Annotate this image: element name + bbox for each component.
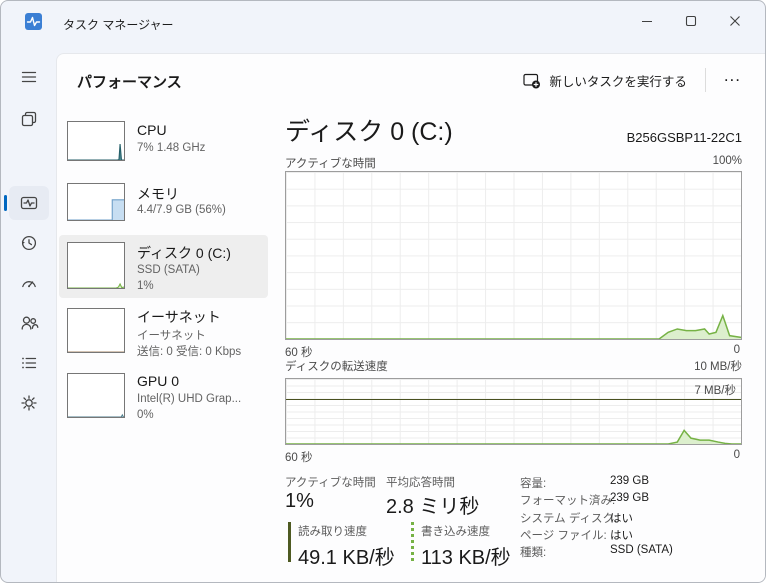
transfer-rate-chart: 7 MB/秒 — [285, 378, 742, 445]
active-time-ymax-label: 100% — [712, 155, 742, 167]
active-time-stat-label: アクティブな時間 — [285, 477, 376, 489]
task-manager-app-icon — [25, 13, 42, 30]
window-title: タスク マネージャー — [63, 18, 174, 32]
perf-item-gpu0[interactable]: GPU 0 Intel(R) UHD Grap... 0% — [59, 371, 268, 433]
detail-label: 種類: — [520, 547, 547, 559]
disk-device-name: B256GSBP11-22C1 — [626, 130, 742, 145]
processes-icon — [21, 111, 37, 127]
close-icon — [730, 16, 740, 26]
perf-item-sub: 送信: 0 受信: 0 Kbps — [137, 346, 242, 358]
detail-value: はい — [610, 513, 633, 525]
nav-rail — [1, 47, 56, 582]
perf-item-cpu[interactable]: CPU 7% 1.48 GHz — [59, 120, 268, 178]
sidebar-item-users[interactable] — [9, 306, 49, 340]
window-controls — [625, 1, 757, 41]
sidebar-item-performance[interactable] — [9, 186, 49, 220]
perf-item-sub: SSD (SATA) — [137, 264, 200, 276]
perf-item-disk0[interactable]: ディスク 0 (C:) SSD (SATA) 1% — [59, 235, 268, 298]
sidebar-item-services[interactable] — [9, 386, 49, 420]
perf-item-sub: 7% 1.48 GHz — [137, 142, 206, 154]
gpu-mini-chart — [67, 373, 125, 418]
active-time-chart — [285, 171, 742, 340]
perf-item-sub: Intel(R) UHD Grap... — [137, 393, 242, 405]
main-panel: ディスク 0 (C:) B256GSBP11-22C1 アクティブな時間 100… — [285, 54, 742, 582]
write-speed-label: 書き込み速度 — [421, 526, 490, 538]
detail-value: 239 GB — [610, 475, 649, 487]
perf-item-title: CPU — [137, 122, 167, 138]
transfer-rate-chart-label: ディスクの転送速度 — [285, 361, 388, 373]
titlebar: タスク マネージャー — [1, 1, 765, 53]
sidebar-item-processes[interactable] — [9, 102, 49, 136]
sidebar-item-startup-apps[interactable] — [9, 266, 49, 300]
write-speed-value: 113 KB/秒 — [421, 547, 511, 569]
perf-sidebar: CPU 7% 1.48 GHz メモリ 4.4/7.9 GB (56%) ディス… — [57, 54, 272, 582]
detail-label: フォーマット済み: — [520, 495, 616, 507]
perf-item-sub: 1% — [137, 280, 154, 292]
active-time-stat-value: 1% — [285, 490, 314, 512]
perf-item-title: ディスク 0 (C:) — [137, 245, 231, 261]
cpu-mini-chart — [67, 121, 125, 161]
read-speed-value: 49.1 KB/秒 — [298, 547, 395, 569]
disk-title: ディスク 0 (C:) — [285, 118, 453, 146]
minimize-button[interactable] — [625, 1, 669, 41]
services-icon — [21, 395, 37, 411]
maximize-icon — [685, 15, 697, 27]
perf-item-sub: 0% — [137, 409, 154, 421]
detail-value: 239 GB — [610, 492, 649, 504]
avg-response-stat-value: 2.8 ミリ秒 — [386, 496, 480, 518]
active-time-chart-label: アクティブな時間 — [285, 158, 376, 170]
close-button[interactable] — [713, 1, 757, 41]
perf-item-title: GPU 0 — [137, 373, 180, 389]
detail-label: 容量: — [520, 478, 547, 490]
content-card: パフォーマンス 新しいタスクを実行する ... CPU 7% 1.48 GHz — [56, 53, 765, 582]
detail-label: ページ ファイル: — [520, 530, 607, 542]
perf-item-sub: 4.4/7.9 GB (56%) — [137, 204, 226, 216]
ethernet-mini-chart — [67, 308, 125, 353]
memory-mini-chart — [67, 183, 125, 221]
read-speed-label: 読み取り速度 — [298, 526, 367, 538]
perf-item-ethernet[interactable]: イーサネット イーサネット 送信: 0 受信: 0 Kbps — [59, 306, 268, 368]
menu-icon — [21, 71, 37, 83]
performance-icon — [20, 196, 38, 210]
menu-button[interactable] — [9, 60, 49, 94]
write-speed-bar — [411, 522, 414, 562]
detail-label: システム ディスク: — [520, 513, 618, 525]
transfer-rate-xright-label: 0 — [733, 449, 740, 461]
app-history-icon — [21, 235, 37, 251]
minimize-icon — [642, 20, 652, 23]
disk-mini-chart — [67, 242, 125, 289]
maximize-button[interactable] — [669, 1, 713, 41]
users-icon — [21, 316, 39, 330]
sidebar-item-app-history[interactable] — [9, 226, 49, 260]
transfer-rate-xleft-label: 60 秒 — [285, 452, 313, 464]
active-time-xright-label: 0 — [733, 344, 740, 356]
perf-item-title: イーサネット — [137, 309, 221, 325]
transfer-rate-ymax-label: 10 MB/秒 — [694, 361, 742, 373]
avg-response-stat-label: 平均応答時間 — [386, 477, 455, 489]
detail-value: SSD (SATA) — [610, 544, 673, 556]
startup-apps-icon — [22, 281, 36, 288]
perf-item-sub: イーサネット — [137, 330, 206, 342]
task-manager-window: タスク マネージャー パフォーマンス 新しいタスクを実行する ... CPU 7… — [0, 0, 766, 583]
detail-value: はい — [610, 530, 633, 542]
details-icon — [22, 357, 37, 369]
sidebar-item-details[interactable] — [9, 346, 49, 380]
perf-item-title: メモリ — [137, 186, 179, 202]
selected-indicator — [4, 195, 7, 211]
perf-item-memory[interactable]: メモリ 4.4/7.9 GB (56%) — [59, 182, 268, 236]
read-speed-bar — [288, 522, 291, 562]
settings-button[interactable] — [9, 578, 49, 582]
